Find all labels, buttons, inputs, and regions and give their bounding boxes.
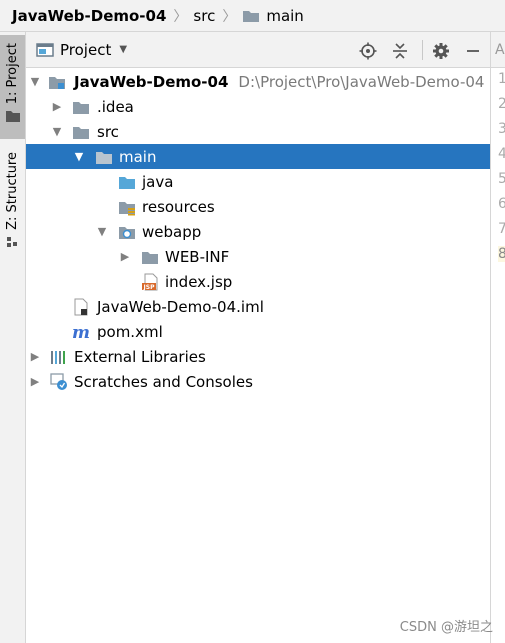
line-number: 5 (498, 171, 505, 187)
breadcrumb-project[interactable]: JavaWeb-Demo-04 (12, 0, 166, 32)
header-divider (422, 40, 423, 60)
tree-node-src[interactable]: ▼ src (26, 119, 490, 144)
line-number: 3 (498, 121, 505, 137)
project-panel-header: Project ▼ (26, 32, 490, 68)
hide-panel-button[interactable] (463, 41, 483, 61)
collapse-all-button[interactable] (390, 41, 410, 61)
svg-text:m: m (72, 323, 90, 341)
module-folder-icon (49, 76, 65, 89)
tree-node-idea[interactable]: ▶ .idea (26, 94, 490, 119)
folder-icon (5, 111, 20, 123)
tree-node-scratches[interactable]: ▶ Scratches and Consoles (26, 369, 490, 394)
maven-icon: m (72, 323, 90, 341)
project-view-selector[interactable]: Project ▼ (26, 41, 127, 59)
line-number: 6 (498, 196, 505, 212)
navigation-bar: JavaWeb-Demo-04 〉 src 〉 main (0, 0, 505, 32)
editor-tab-fragment[interactable]: A (491, 32, 505, 68)
hide-icon (467, 50, 479, 52)
line-number: 4 (498, 146, 505, 162)
tree-label: java (142, 172, 174, 191)
tree-node-pom[interactable]: m pom.xml (26, 319, 490, 344)
folder-icon (73, 126, 89, 139)
tree-label: External Libraries (74, 347, 206, 366)
chevron-right-icon: 〉 (173, 8, 188, 25)
folder-icon (96, 151, 112, 164)
jsp-file-icon: JSP (142, 273, 158, 291)
folder-icon (142, 251, 158, 264)
tree-node-java[interactable]: java (26, 169, 490, 194)
tree-label: JavaWeb-Demo-04.iml (97, 297, 264, 316)
line-number: 1 (498, 71, 505, 87)
project-root-path: D:\Project\Pro\JavaWeb-Demo-04 (238, 72, 485, 91)
breadcrumb-project-label: JavaWeb-Demo-04 (12, 6, 167, 25)
project-panel: Project ▼ ▼ JavaWeb-Demo-04 D:\Project\P… (26, 32, 490, 643)
breadcrumb-main-label: main (266, 6, 304, 25)
tree-node-main[interactable]: ▼ main (26, 144, 490, 169)
iml-file-icon (74, 298, 88, 315)
libraries-icon (51, 350, 65, 364)
folder-icon (243, 10, 260, 22)
source-folder-icon (119, 176, 135, 189)
breadcrumb-src[interactable]: src (193, 0, 215, 32)
folder-icon (73, 101, 89, 114)
tree-label: webapp (142, 222, 202, 241)
tree-label: JavaWeb-Demo-04 D:\Project\Pro\JavaWeb-De… (74, 73, 484, 91)
locate-button[interactable] (358, 41, 378, 61)
watermark: CSDN @游坦之 (399, 620, 493, 635)
web-folder-icon (119, 226, 135, 239)
tree-label: index.jsp (165, 272, 233, 291)
tab-project-label: 1: Project (5, 43, 20, 105)
tree-label: resources (142, 197, 215, 216)
chevron-right-icon[interactable]: ▶ (118, 250, 132, 264)
structure-icon (6, 236, 17, 247)
tab-structure[interactable]: Z: Structure (0, 150, 25, 250)
tree-node-webapp[interactable]: ▼ webapp (26, 219, 490, 244)
tree-node-iml[interactable]: JavaWeb-Demo-04.iml (26, 294, 490, 319)
line-number: 7 (498, 221, 505, 237)
chevron-right-icon[interactable]: ▶ (28, 350, 42, 364)
chevron-down-icon[interactable]: ▼ (72, 150, 86, 164)
settings-button[interactable] (431, 41, 451, 61)
editor-gutter: A 1 2 3 4 5 6 7 8 (490, 32, 505, 643)
left-tool-strip: 1: Project Z: Structure (0, 32, 26, 643)
gear-icon (433, 43, 449, 59)
breadcrumb-main[interactable]: main (242, 0, 304, 32)
project-view-icon (36, 42, 54, 57)
line-number: 8 (498, 246, 505, 262)
chevron-down-icon[interactable]: ▼ (28, 75, 42, 89)
tree-node-webinf[interactable]: ▶ WEB-INF (26, 244, 490, 269)
tree-label: .idea (97, 97, 134, 116)
project-panel-title: Project (60, 40, 112, 59)
tab-project[interactable]: 1: Project (0, 35, 25, 139)
chevron-right-icon[interactable]: ▶ (28, 375, 42, 389)
tree-node-index-jsp[interactable]: JSP index.jsp (26, 269, 490, 294)
tree-node-resources[interactable]: resources (26, 194, 490, 219)
collapse-all-icon (393, 43, 407, 59)
scratches-icon (50, 372, 67, 390)
project-root-name: JavaWeb-Demo-04 (74, 72, 229, 91)
tree-node-project-root[interactable]: ▼ JavaWeb-Demo-04 D:\Project\Pro\JavaWeb-… (26, 69, 490, 94)
tree-label: main (119, 147, 157, 166)
tree-label: src (97, 122, 119, 141)
tree-label: Scratches and Consoles (74, 372, 253, 391)
breadcrumb-src-label: src (193, 6, 216, 25)
chevron-right-icon[interactable]: ▶ (50, 100, 64, 114)
locate-icon (359, 42, 377, 60)
tree-node-external-libraries[interactable]: ▶ External Libraries (26, 344, 490, 369)
tab-structure-label: Z: Structure (5, 152, 20, 230)
chevron-down-icon: ▼ (119, 44, 128, 55)
tree-label: pom.xml (97, 322, 163, 341)
svg-text:JSP: JSP (143, 284, 156, 291)
resources-folder-icon (119, 201, 135, 215)
chevron-down-icon[interactable]: ▼ (50, 125, 64, 139)
line-number: 2 (498, 96, 505, 112)
chevron-right-icon: 〉 (222, 8, 237, 25)
tree-label: WEB-INF (165, 247, 230, 266)
chevron-down-icon[interactable]: ▼ (95, 225, 109, 239)
